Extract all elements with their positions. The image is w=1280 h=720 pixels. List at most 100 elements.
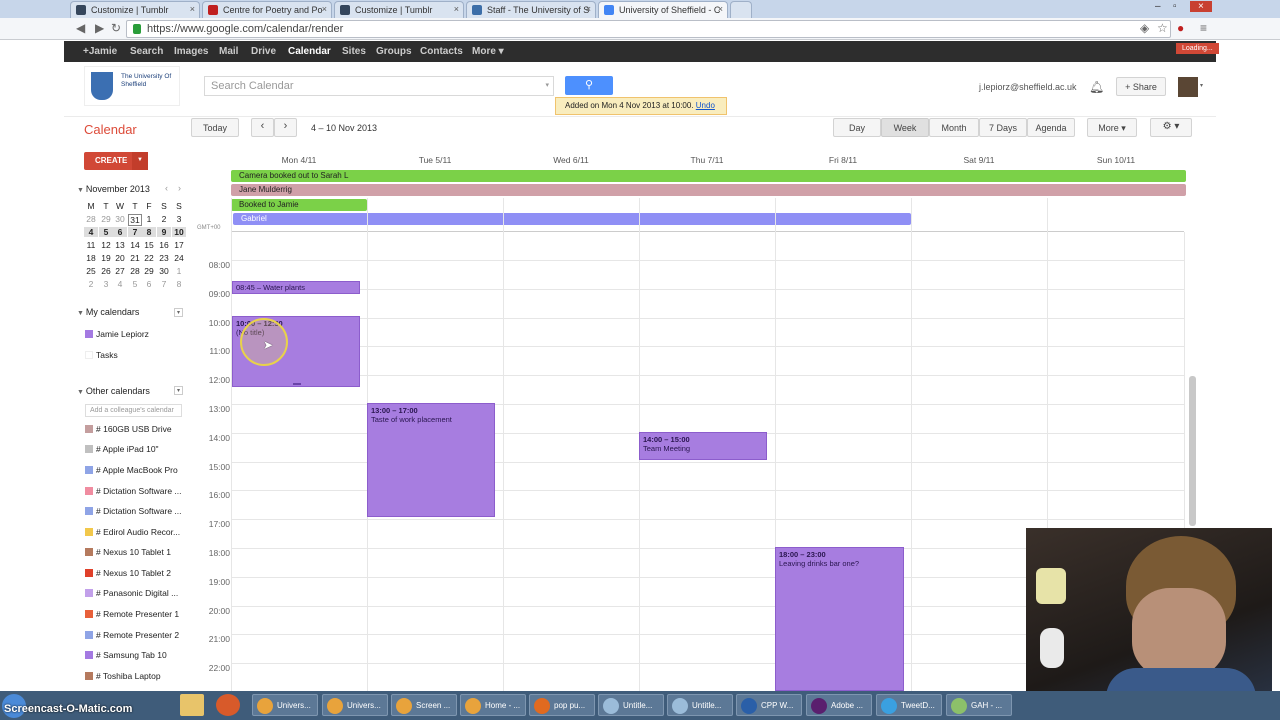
other-calendar-item[interactable]: # Remote Presenter 1: [85, 609, 179, 619]
other-calendar-item[interactable]: # Samsung Tab 10: [85, 650, 167, 660]
browser-tab-3[interactable]: Customize | Tumblr ×: [334, 1, 464, 18]
gbar-sites-link[interactable]: Sites: [342, 46, 366, 57]
other-calendar-item[interactable]: # Panasonic Digital ...: [85, 588, 178, 598]
close-tab-icon[interactable]: ×: [190, 4, 195, 14]
opera-icon[interactable]: ●: [1177, 21, 1184, 35]
gbar-mail-link[interactable]: Mail: [219, 46, 238, 57]
calendar-item-jamie[interactable]: Jamie Lepiorz: [85, 329, 149, 339]
mini-day-cell[interactable]: 4: [84, 227, 98, 237]
maximize-icon[interactable]: ▫: [1173, 1, 1177, 12]
undo-link[interactable]: Undo: [696, 101, 715, 110]
mini-day-cell[interactable]: 8: [172, 279, 186, 289]
taskbar-item[interactable]: Home - ...: [460, 694, 526, 716]
mini-day-cell[interactable]: 27: [113, 266, 127, 276]
mini-day-cell[interactable]: 3: [99, 279, 113, 289]
reload-icon[interactable]: ↻: [111, 21, 121, 35]
my-calendars-menu-icon[interactable]: ▾: [174, 308, 183, 317]
gbar-profile-link[interactable]: +Jamie: [83, 46, 117, 57]
mini-day-cell[interactable]: 16: [157, 240, 171, 250]
next-week-button[interactable]: ›: [274, 118, 297, 137]
mini-day-cell[interactable]: 18: [84, 253, 98, 263]
close-tab-icon[interactable]: ×: [718, 4, 723, 14]
taskbar-item[interactable]: Univers...: [252, 694, 318, 716]
other-calendar-item[interactable]: # Edirol Audio Recor...: [85, 527, 180, 537]
other-calendar-item[interactable]: # Dictation Software ...: [85, 506, 182, 516]
extension-icon[interactable]: ◈: [1140, 21, 1149, 35]
mini-day-cell[interactable]: 21: [128, 253, 142, 263]
explorer-icon[interactable]: [180, 694, 204, 716]
day-header[interactable]: Sun 10/11: [1048, 155, 1184, 165]
account-menu-icon[interactable]: ▾: [1200, 82, 1203, 89]
search-button[interactable]: ⚲: [565, 76, 613, 95]
search-input[interactable]: Search Calendar ▾: [204, 76, 554, 96]
settings-gear-icon[interactable]: ⚙ ▾: [1150, 118, 1192, 137]
day-header[interactable]: Fri 8/11: [775, 155, 911, 165]
mini-day-cell[interactable]: 17: [172, 240, 186, 250]
close-tab-icon[interactable]: ×: [322, 4, 327, 14]
other-calendar-item[interactable]: # Apple MacBook Pro: [85, 465, 178, 475]
allday-event-booked[interactable]: Booked to Jamie: [231, 199, 367, 211]
gbar-drive-link[interactable]: Drive: [251, 46, 276, 57]
taskbar-item[interactable]: GAH - ...: [946, 694, 1012, 716]
taskbar-item[interactable]: pop pu...: [529, 694, 595, 716]
mini-day-cell[interactable]: 29: [142, 266, 156, 276]
more-button[interactable]: More ▾: [1087, 118, 1137, 137]
mini-day-cell[interactable]: 8: [142, 227, 156, 237]
menu-icon[interactable]: ≡: [1200, 21, 1207, 35]
browser-tab-1[interactable]: Customize | Tumblr ×: [70, 1, 200, 18]
other-calendar-item[interactable]: # Nexus 10 Tablet 2: [85, 568, 171, 578]
other-calendar-item[interactable]: # Remote Presenter 2: [85, 630, 179, 640]
create-button[interactable]: CREATE ▼: [84, 152, 148, 170]
address-bar[interactable]: https://www.google.com/calendar/render: [126, 20, 1171, 38]
mini-day-cell[interactable]: 12: [99, 240, 113, 250]
taskbar-item[interactable]: Adobe ...: [806, 694, 872, 716]
close-tab-icon[interactable]: ×: [454, 4, 459, 14]
other-calendars-header[interactable]: ▼ Other calendars: [77, 386, 150, 396]
minimize-icon[interactable]: –: [1155, 1, 1161, 12]
mini-day-cell[interactable]: 6: [113, 227, 127, 237]
mini-day-cell[interactable]: 4: [113, 279, 127, 289]
view-month-button[interactable]: Month: [929, 118, 979, 137]
resize-handle[interactable]: [293, 383, 301, 385]
mini-day-cell[interactable]: 20: [113, 253, 127, 263]
mini-day-cell[interactable]: 5: [99, 227, 113, 237]
new-tab-button[interactable]: [730, 1, 752, 18]
other-calendar-item[interactable]: # Toshiba Laptop: [85, 671, 161, 681]
mini-day-cell[interactable]: 30: [157, 266, 171, 276]
university-logo[interactable]: The University Of Sheffield: [84, 66, 180, 106]
mini-day-cell[interactable]: 10: [172, 227, 186, 237]
mini-day-cell[interactable]: 23: [157, 253, 171, 263]
mini-day-cell[interactable]: 31: [128, 214, 142, 226]
mini-day-cell[interactable]: 5: [128, 279, 142, 289]
mini-prev-icon[interactable]: ‹: [165, 183, 168, 193]
mini-day-cell[interactable]: 28: [128, 266, 142, 276]
browser-tab-5[interactable]: University of Sheffield - C ×: [598, 1, 728, 18]
gbar-calendar-link[interactable]: Calendar: [288, 46, 331, 57]
mini-day-cell[interactable]: 6: [142, 279, 156, 289]
grid-scrollbar[interactable]: [1189, 376, 1196, 526]
day-header[interactable]: Mon 4/11: [231, 155, 367, 165]
mini-day-cell[interactable]: 9: [157, 227, 171, 237]
gbar-search-link[interactable]: Search: [130, 46, 163, 57]
mini-day-cell[interactable]: 2: [157, 214, 171, 224]
notification-bell-icon[interactable]: 🔔︎: [1089, 80, 1104, 94]
avatar[interactable]: [1178, 77, 1198, 97]
day-header[interactable]: Tue 5/11: [367, 155, 503, 165]
taskbar-item[interactable]: Univers...: [322, 694, 388, 716]
view-agenda-button[interactable]: Agenda: [1027, 118, 1075, 137]
gbar-more-link[interactable]: More ▾: [472, 46, 504, 57]
close-tab-icon[interactable]: ×: [586, 4, 591, 14]
allday-event-gabriel[interactable]: Gabriel: [233, 213, 911, 225]
search-options-icon[interactable]: ▾: [545, 81, 549, 89]
other-calendar-item[interactable]: # Dictation Software ...: [85, 486, 182, 496]
share-button[interactable]: + Share: [1116, 77, 1166, 96]
view-day-button[interactable]: Day: [833, 118, 881, 137]
mini-day-cell[interactable]: 26: [99, 266, 113, 276]
account-email[interactable]: j.lepiorz@sheffield.ac.uk: [979, 82, 1077, 92]
my-calendars-header[interactable]: ▼ My calendars: [77, 307, 139, 317]
mini-day-cell[interactable]: 30: [113, 214, 127, 224]
allday-event-jane[interactable]: Jane Mulderrig: [231, 184, 1186, 196]
view-week-button[interactable]: Week: [881, 118, 929, 137]
mini-day-cell[interactable]: 25: [84, 266, 98, 276]
taskbar-item[interactable]: Screen ...: [391, 694, 457, 716]
